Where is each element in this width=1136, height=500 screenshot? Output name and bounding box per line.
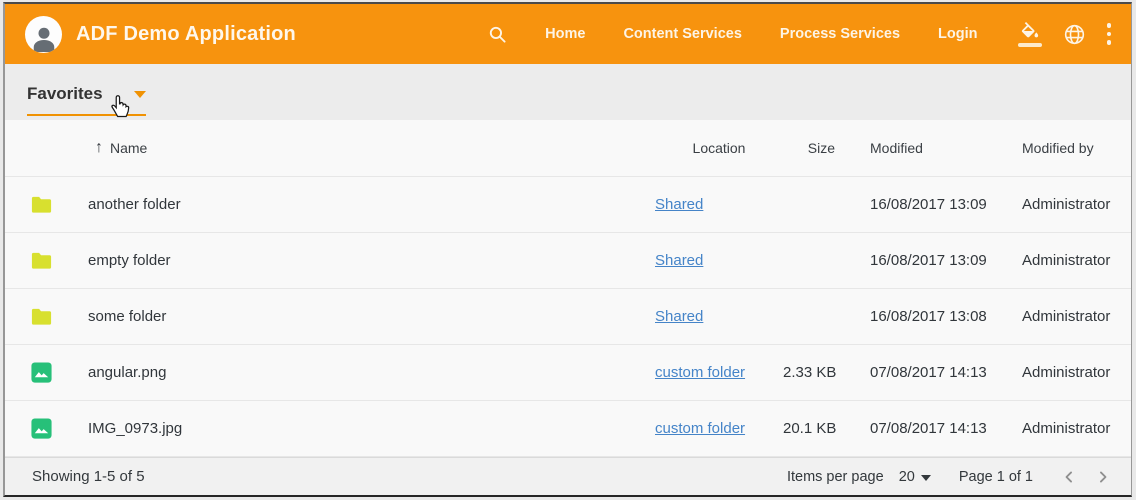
table-row[interactable]: empty folder Shared 16/08/2017 13:09 Adm…: [5, 233, 1131, 289]
pager-buttons: [1059, 467, 1113, 487]
modified-date: 16/08/2017 13:08: [845, 308, 1009, 325]
file-name: IMG_0973.jpg: [61, 420, 655, 437]
items-per-page-select[interactable]: 20: [899, 469, 931, 485]
column-header-modified[interactable]: Modified: [845, 140, 1009, 156]
location-cell: Shared: [655, 252, 783, 269]
folder-icon: [30, 305, 53, 328]
items-per-page-label: Items per page: [787, 469, 884, 485]
modified-date: 07/08/2017 14:13: [845, 420, 1009, 437]
nav-item-home[interactable]: Home: [545, 26, 585, 42]
location-cell: Shared: [655, 196, 783, 213]
location-link[interactable]: custom folder: [655, 364, 745, 381]
showing-count: Showing 1-5 of 5: [32, 468, 145, 485]
arrow-up-icon: ↑: [95, 139, 103, 157]
language-globe-icon[interactable]: [1063, 23, 1086, 46]
file-size: 20.1 KB: [783, 420, 845, 437]
file-name: empty folder: [61, 252, 655, 269]
modified-by: Administrator: [1009, 308, 1121, 325]
file-size: 2.33 KB: [783, 364, 845, 381]
app-window: ADF Demo Application Home Content Servic…: [3, 2, 1132, 497]
folder-icon: [30, 249, 53, 272]
table-row[interactable]: some folder Shared 16/08/2017 13:08 Admi…: [5, 289, 1131, 345]
chevron-right-icon: [1093, 467, 1113, 487]
pagination-footer: Showing 1-5 of 5 Items per page 20 Page …: [5, 457, 1131, 495]
screenshot-frame: ADF Demo Application Home Content Servic…: [0, 0, 1136, 500]
items-per-page-value: 20: [899, 469, 915, 485]
color-fill-icon[interactable]: [1018, 22, 1042, 47]
file-type-icon-cell: [5, 305, 61, 328]
file-name: angular.png: [61, 364, 655, 381]
location-link[interactable]: custom folder: [655, 420, 745, 437]
modified-date: 16/08/2017 13:09: [845, 252, 1009, 269]
caret-down-icon: [134, 91, 146, 98]
modified-by: Administrator: [1009, 364, 1121, 381]
previous-page-button[interactable]: [1059, 467, 1079, 487]
favorites-dropdown[interactable]: Favorites: [27, 84, 146, 116]
location-link[interactable]: Shared: [655, 252, 703, 269]
table-row[interactable]: IMG_0973.jpg custom folder 20.1 KB 07/08…: [5, 401, 1131, 457]
toolbar: Favorites: [5, 64, 1131, 120]
location-cell: Shared: [655, 308, 783, 325]
file-name: some folder: [61, 308, 655, 325]
caret-down-icon: [921, 475, 931, 481]
table-header-row: ↑ Name Location Size Modified Modified b…: [5, 120, 1131, 177]
column-header-name[interactable]: ↑ Name: [61, 139, 655, 157]
table-row[interactable]: another folder Shared 16/08/2017 13:09 A…: [5, 177, 1131, 233]
column-header-name-label: Name: [110, 140, 147, 156]
table-row[interactable]: angular.png custom folder 2.33 KB 07/08/…: [5, 345, 1131, 401]
app-title: ADF Demo Application: [76, 23, 296, 46]
column-header-modified-by[interactable]: Modified by: [1009, 140, 1121, 156]
files-table: ↑ Name Location Size Modified Modified b…: [5, 120, 1131, 457]
nav-item-login[interactable]: Login: [938, 26, 977, 42]
modified-date: 16/08/2017 13:09: [845, 196, 1009, 213]
user-avatar-icon[interactable]: [25, 16, 62, 53]
pagination-controls: Items per page 20 Page 1 of 1: [787, 467, 1113, 487]
next-page-button[interactable]: [1093, 467, 1113, 487]
folder-icon: [30, 193, 53, 216]
column-header-location[interactable]: Location: [655, 140, 783, 156]
app-header: ADF Demo Application Home Content Servic…: [5, 4, 1131, 64]
file-type-icon-cell: [5, 193, 61, 216]
location-link[interactable]: Shared: [655, 196, 703, 213]
header-action-icons: [1018, 22, 1112, 47]
modified-by: Administrator: [1009, 196, 1121, 213]
header-nav: Home Content Services Process Services L…: [488, 22, 1111, 47]
file-name: another folder: [61, 196, 655, 213]
image-file-icon: [30, 417, 53, 440]
modified-by: Administrator: [1009, 252, 1121, 269]
person-icon: [29, 23, 59, 53]
nav-item-process-services[interactable]: Process Services: [780, 26, 900, 42]
location-cell: custom folder: [655, 420, 783, 437]
file-type-icon-cell: [5, 361, 61, 384]
location-link[interactable]: Shared: [655, 308, 703, 325]
modified-date: 07/08/2017 14:13: [845, 364, 1009, 381]
favorites-label: Favorites: [27, 84, 103, 104]
file-type-icon-cell: [5, 249, 61, 272]
nav-item-content-services[interactable]: Content Services: [623, 26, 741, 42]
more-vert-icon[interactable]: [1107, 23, 1112, 45]
chevron-left-icon: [1059, 467, 1079, 487]
file-type-icon-cell: [5, 417, 61, 440]
column-header-size[interactable]: Size: [783, 140, 845, 156]
page-indicator: Page 1 of 1: [959, 469, 1033, 485]
table-body: another folder Shared 16/08/2017 13:09 A…: [5, 177, 1131, 457]
image-file-icon: [30, 361, 53, 384]
modified-by: Administrator: [1009, 420, 1121, 437]
search-icon[interactable]: [488, 25, 507, 44]
color-fill-underline: [1018, 43, 1042, 47]
location-cell: custom folder: [655, 364, 783, 381]
